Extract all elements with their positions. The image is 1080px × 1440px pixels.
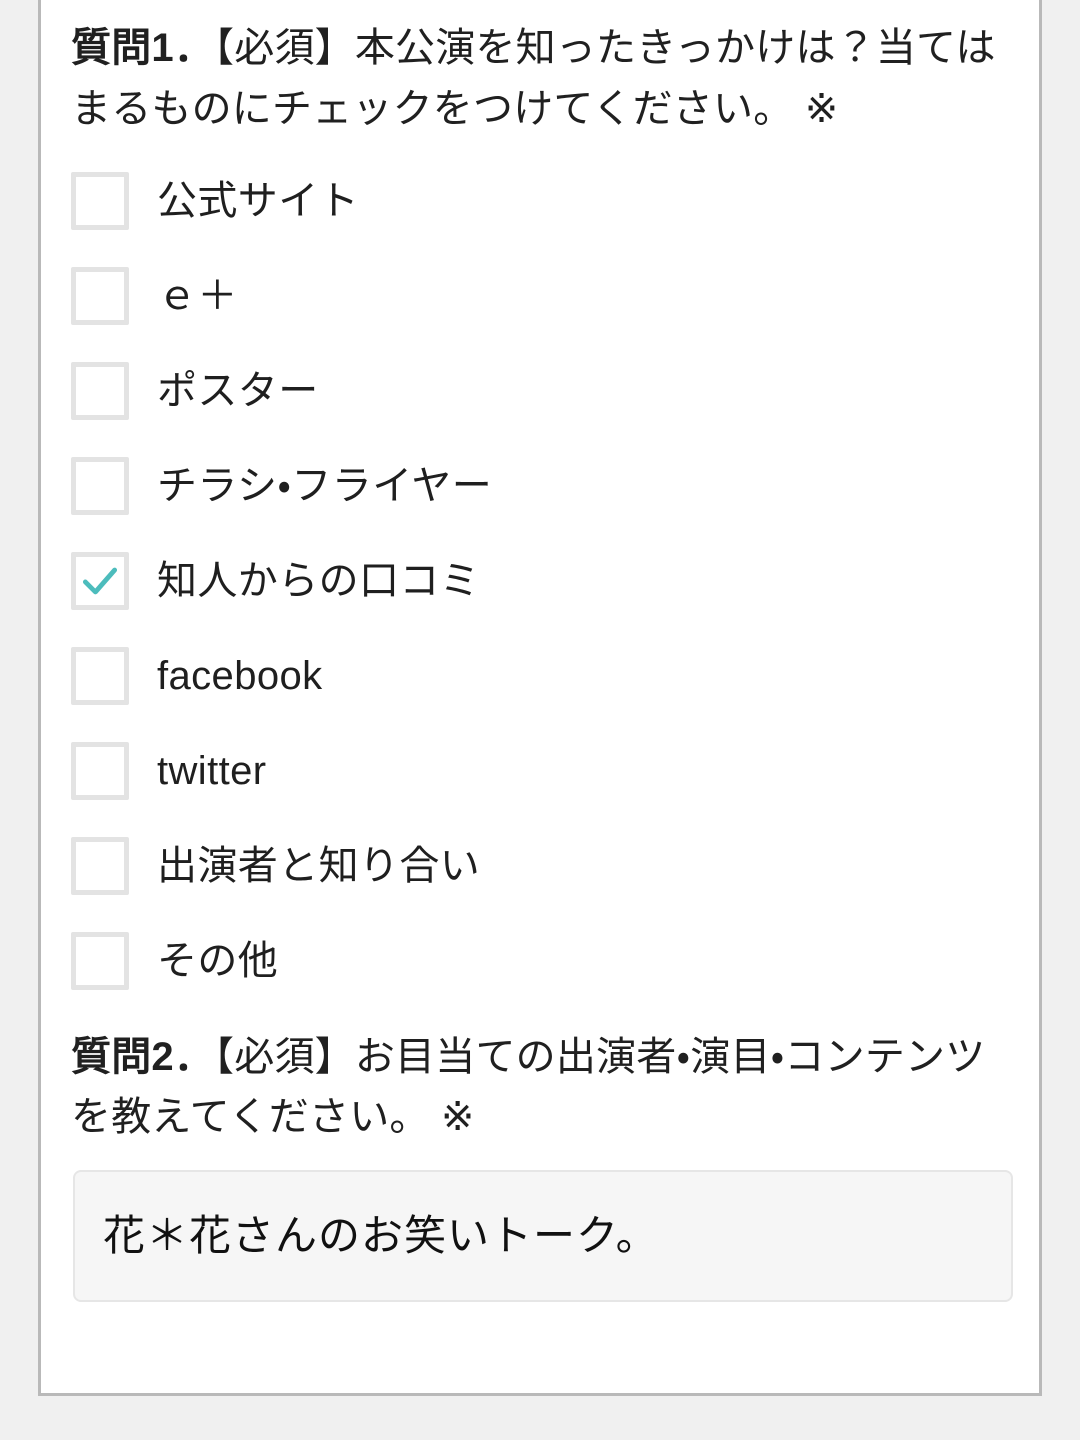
- option-row-poster[interactable]: ポスター: [71, 344, 1009, 439]
- question-1-number: 質問1．: [71, 26, 215, 70]
- option-label-knows-performer: 出演者と知り合い: [157, 844, 481, 889]
- survey-page: 質問1．【必須】本公演を知ったきっかけは？当てはまるものにチェックをつけてくださ…: [0, 0, 1080, 1440]
- option-label-flyer: チラシ・フライヤー: [157, 464, 493, 509]
- checkbox-flyer[interactable]: [71, 457, 129, 516]
- question-1-heading: 質問1．【必須】本公演を知ったきっかけは？当てはまるものにチェックをつけてくださ…: [71, 18, 1009, 140]
- option-row-knows-performer[interactable]: 出演者と知り合い: [71, 819, 1009, 914]
- option-row-word-of-mouth[interactable]: 知人からの口コミ: [71, 534, 1009, 629]
- option-label-official-site: 公式サイト: [157, 179, 359, 224]
- survey-card-content: 質問1．【必須】本公演を知ったきっかけは？当てはまるものにチェックをつけてくださ…: [41, 0, 1039, 1303]
- option-row-flyer[interactable]: チラシ・フライヤー: [71, 439, 1009, 534]
- checkbox-eplus[interactable]: [71, 267, 129, 326]
- checkbox-poster[interactable]: [71, 362, 129, 421]
- checkbox-other[interactable]: [71, 932, 129, 991]
- checkbox-knows-performer[interactable]: [71, 837, 129, 896]
- option-row-facebook[interactable]: facebook: [71, 629, 1009, 724]
- check-icon: [82, 567, 118, 595]
- option-row-twitter[interactable]: twitter: [71, 724, 1009, 819]
- checkbox-twitter[interactable]: [71, 742, 129, 801]
- option-label-other: その他: [157, 939, 279, 984]
- option-label-twitter: twitter: [157, 749, 267, 794]
- question-2-heading: 質問2．【必須】お目当ての出演者・演目・コンテンツを教えてください。 ※: [71, 1027, 1009, 1149]
- option-label-facebook: facebook: [157, 654, 323, 699]
- checkbox-word-of-mouth[interactable]: [71, 552, 129, 611]
- question-1-option-list: 公式サイト ｅ＋ ポスター チラシ・フライヤー 知人からの口コミ faceboo…: [71, 154, 1009, 1009]
- option-row-eplus[interactable]: ｅ＋: [71, 249, 1009, 344]
- question-2-number: 質問2．: [71, 1034, 215, 1079]
- survey-card: 質問1．【必須】本公演を知ったきっかけは？当てはまるものにチェックをつけてくださ…: [38, 0, 1042, 1396]
- question-2-text-input[interactable]: 花＊花さんのお笑いトーク。: [73, 1170, 1013, 1303]
- option-row-official-site[interactable]: 公式サイト: [71, 154, 1009, 249]
- checkbox-facebook[interactable]: [71, 647, 129, 706]
- option-label-eplus: ｅ＋: [157, 274, 238, 319]
- option-row-other[interactable]: その他: [71, 914, 1009, 1009]
- option-label-poster: ポスター: [157, 369, 319, 414]
- question-2-input-value: 花＊花さんのお笑いトーク。: [103, 1212, 659, 1260]
- checkbox-official-site[interactable]: [71, 172, 129, 231]
- option-label-word-of-mouth: 知人からの口コミ: [157, 559, 481, 604]
